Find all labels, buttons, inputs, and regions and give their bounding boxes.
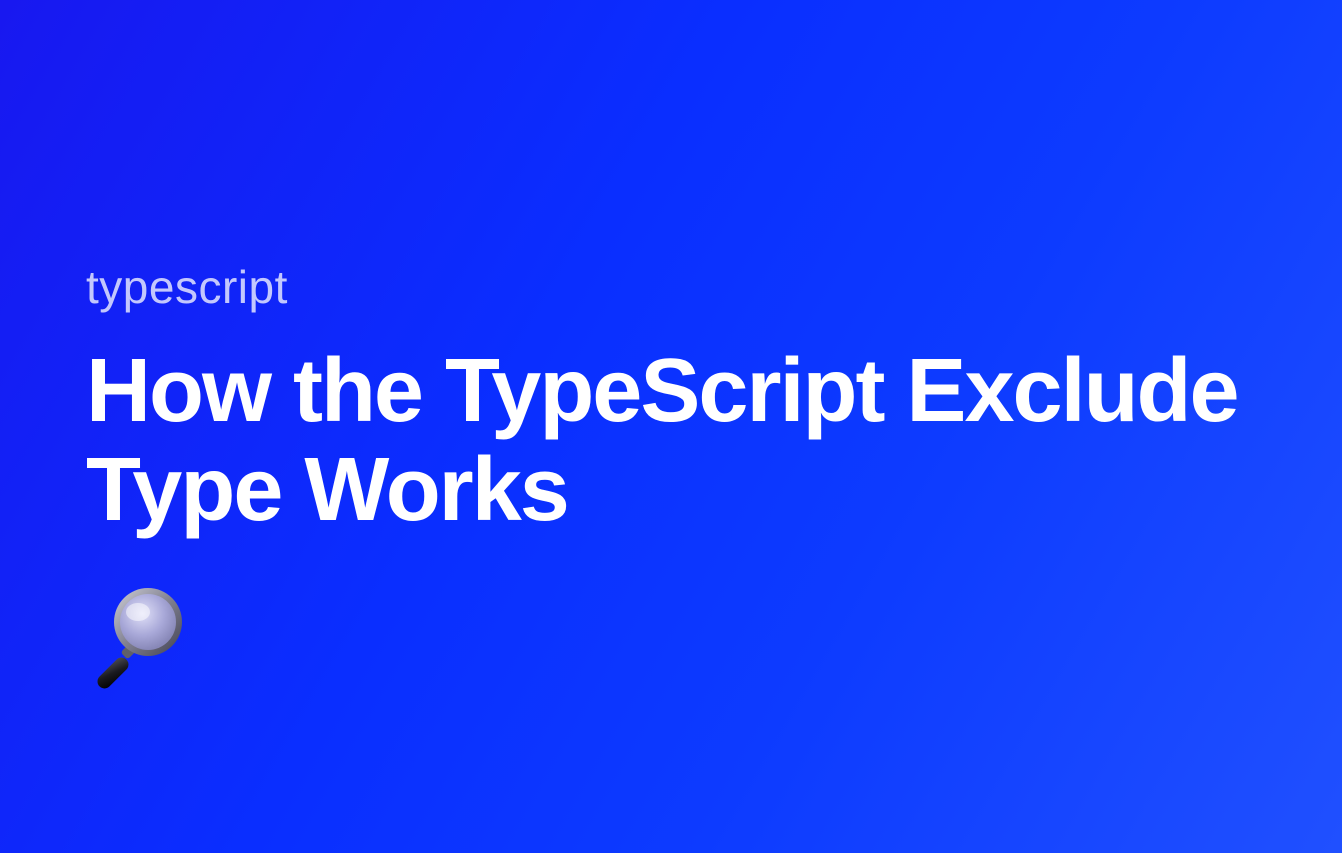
page-title: How the TypeScript Exclude Type Works <box>86 342 1342 540</box>
category-label: typescript <box>86 260 1342 314</box>
magnifying-glass-icon <box>88 582 1342 692</box>
hero-content: typescript How the TypeScript Exclude Ty… <box>86 260 1342 692</box>
